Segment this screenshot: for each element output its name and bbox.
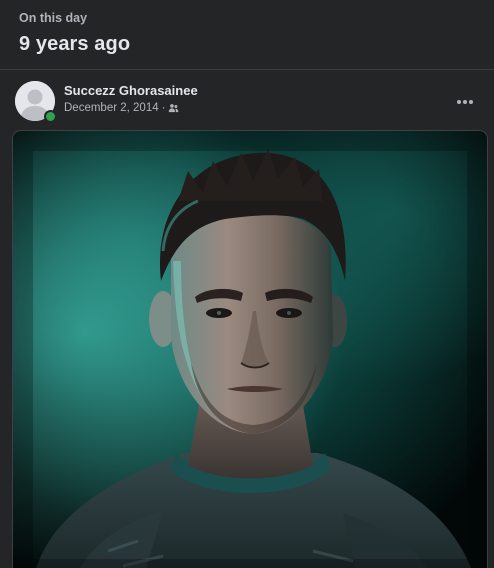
friends-icon[interactable] <box>168 103 179 114</box>
portrait-photo <box>13 131 487 568</box>
meta-separator: · <box>161 102 166 114</box>
header-divider <box>0 69 494 70</box>
memory-title: 9 years ago <box>19 33 131 55</box>
author-name[interactable]: Succezz Ghorasainee <box>64 83 198 99</box>
post-photo[interactable] <box>12 130 488 568</box>
more-horizontal-icon <box>457 100 473 104</box>
post-meta: December 2, 2014 · <box>64 101 198 115</box>
post-header: Succezz Ghorasainee December 2, 2014 · <box>15 81 479 123</box>
post-date[interactable]: December 2, 2014 <box>64 101 159 115</box>
more-options-button[interactable] <box>451 88 479 116</box>
author-block: Succezz Ghorasainee December 2, 2014 · <box>64 83 198 115</box>
memory-card: On this day 9 years ago Succezz Ghorasai… <box>0 0 494 568</box>
memory-kicker: On this day <box>19 11 88 25</box>
online-status-dot <box>44 110 57 123</box>
memory-header: On this day 9 years ago <box>19 10 130 56</box>
